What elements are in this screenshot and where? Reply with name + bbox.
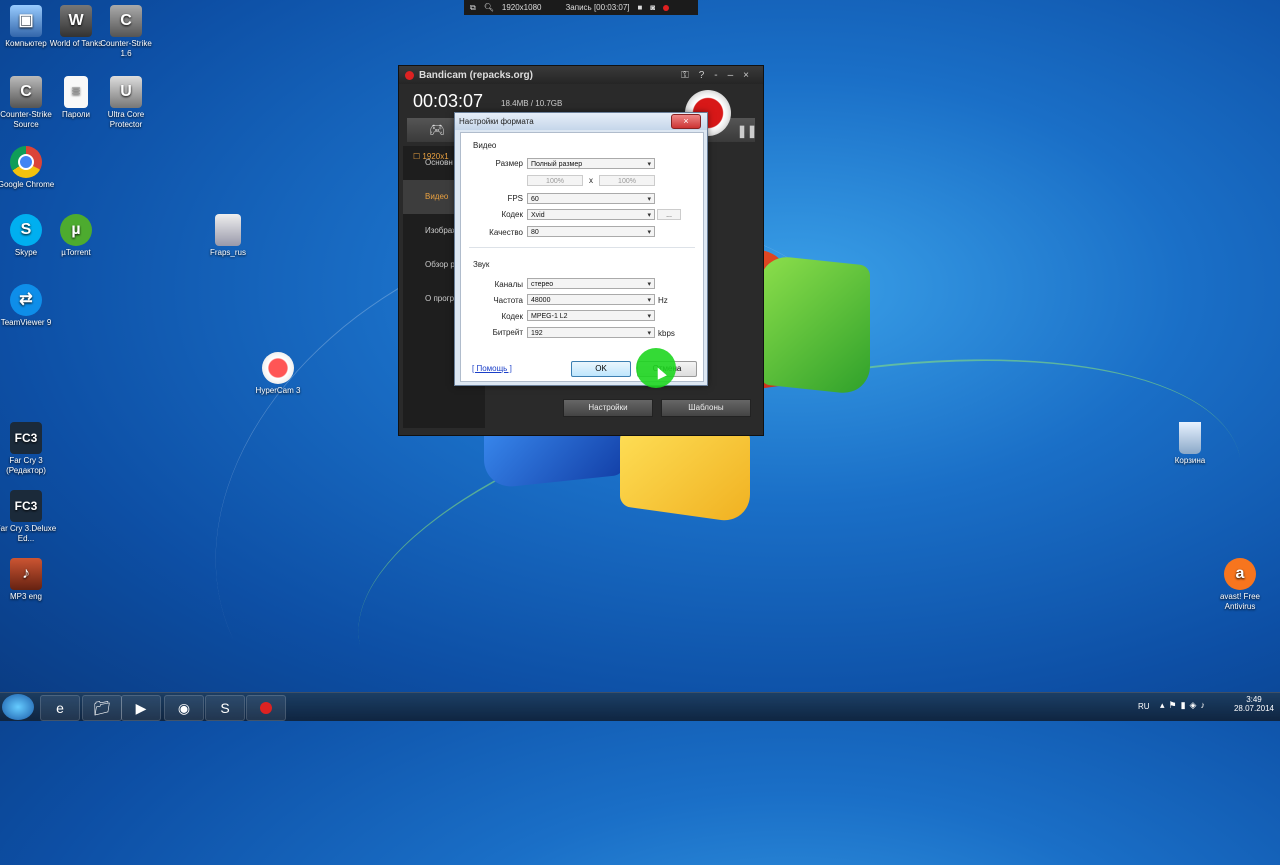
codec-options-button[interactable]: ... bbox=[657, 209, 681, 220]
channels-select[interactable]: стерео bbox=[527, 278, 655, 290]
pause-icon[interactable]: ❚❚ bbox=[737, 124, 757, 138]
taskbar-bandicam-icon[interactable] bbox=[246, 695, 286, 721]
video-section-label: Видео bbox=[473, 141, 497, 150]
ok-button[interactable]: OK bbox=[571, 361, 631, 377]
recycle-bin-icon bbox=[1179, 422, 1201, 454]
templates-button[interactable]: Шаблоны bbox=[661, 399, 751, 417]
close-button[interactable]: × bbox=[743, 70, 749, 81]
target-resolution[interactable]: ☐ 1920x1 bbox=[413, 152, 449, 161]
bandicam-titlebar: Bandicam (repacks.org) ⚿ ? - – × bbox=[399, 66, 763, 84]
settings-button[interactable]: Настройки bbox=[563, 399, 653, 417]
height-percent-field[interactable]: 100% bbox=[599, 175, 655, 186]
audio-section-label: Звук bbox=[473, 260, 490, 269]
tray-icons[interactable]: ▴⚑▮◈♪ bbox=[1160, 700, 1209, 711]
desktop-icon-teamviewer[interactable]: ⇄ TeamViewer 9 bbox=[0, 284, 58, 328]
mp3-file-icon: ♪ bbox=[10, 558, 42, 590]
desktop-icon-chrome[interactable]: Google Chrome bbox=[0, 146, 58, 190]
size-select[interactable]: Полный размер bbox=[527, 158, 655, 170]
gamepad-icon[interactable]: 🎮︎ bbox=[429, 122, 446, 138]
farcry3-icon: FC3 bbox=[10, 422, 42, 454]
avast-icon: a bbox=[1224, 558, 1256, 590]
elephant-icon: U bbox=[110, 76, 142, 108]
chrome-icon bbox=[10, 146, 42, 178]
desktop-icon-fc3-deluxe[interactable]: FC3 Far Cry 3.Deluxe Ed... bbox=[0, 490, 58, 544]
taskbar-media-player-icon[interactable]: ▶ bbox=[121, 695, 161, 721]
recording-timer: 00:03:07 bbox=[413, 91, 484, 111]
quality-select[interactable]: 80 bbox=[527, 226, 655, 238]
desktop-icon-fraps[interactable]: Fraps_rus bbox=[196, 214, 260, 258]
video-codec-label: Кодек bbox=[501, 210, 523, 219]
desktop-icon-ultra[interactable]: U Ultra Core Protector bbox=[94, 76, 158, 130]
dialog-close-button[interactable]: × bbox=[671, 114, 701, 129]
minimize-button[interactable]: – bbox=[728, 70, 734, 81]
help-link[interactable]: [ Помощь ] bbox=[472, 364, 512, 373]
start-button[interactable] bbox=[2, 694, 34, 720]
taskbar-ie-icon[interactable]: e bbox=[40, 695, 80, 721]
stop-icon[interactable]: ■ bbox=[638, 3, 643, 12]
section-divider bbox=[469, 247, 695, 248]
quality-label: Качество bbox=[489, 228, 523, 237]
size-separator: x bbox=[589, 176, 593, 185]
hypercam-icon bbox=[262, 352, 294, 384]
size-label: Размер bbox=[495, 159, 524, 168]
dialog-title: Настройки формата bbox=[455, 113, 707, 130]
desktop-icon-hypercam[interactable]: HyperCam 3 bbox=[246, 352, 310, 396]
farcry3-icon: FC3 bbox=[10, 490, 42, 522]
format-settings-dialog: Настройки формата × Видео Размер Полный … bbox=[454, 112, 708, 386]
desktop-icon-mp3[interactable]: ♪ MP3 eng bbox=[0, 558, 58, 602]
desktop-icon-recycle-bin[interactable]: Корзина bbox=[1158, 422, 1222, 466]
audio-codec-select[interactable]: MPEG-1 L2 bbox=[527, 310, 655, 322]
recording-toolbar[interactable]: ⧉ 🔍︎ 1920x1080 Запись [00:03:07] ■ ◙ bbox=[464, 0, 698, 15]
recording-status: Запись [00:03:07] bbox=[565, 3, 630, 12]
bandicam-title: Bandicam (repacks.org) bbox=[419, 69, 533, 81]
bitrate-label: Битрейт bbox=[492, 328, 523, 337]
video-codec-select[interactable]: Xvid bbox=[527, 209, 655, 221]
frequency-unit: Hz bbox=[658, 296, 668, 305]
channels-label: Каналы bbox=[494, 280, 523, 289]
language-indicator[interactable]: RU bbox=[1138, 702, 1150, 711]
desktop-icon-avast[interactable]: a avast! Free Antivirus bbox=[1208, 558, 1272, 612]
clock[interactable]: 3:49 28.07.2014 bbox=[1234, 695, 1274, 713]
bitrate-select[interactable]: 192 bbox=[527, 327, 655, 339]
counter-strike-icon: C bbox=[110, 5, 142, 37]
desktop-icon-cs16[interactable]: C Counter-Strike 1.6 bbox=[94, 5, 158, 59]
taskbar: e 📁︎ ▶ ◉ S RU ▴⚑▮◈♪ 3:49 28.07.2014 bbox=[0, 692, 1280, 721]
windows-logo-green bbox=[760, 254, 870, 396]
record-icon[interactable] bbox=[663, 4, 670, 11]
file-size: 18.4MB / 10.7GB bbox=[501, 99, 563, 108]
camera-icon[interactable]: ◙ bbox=[650, 3, 655, 12]
fps-select[interactable]: 60 bbox=[527, 193, 655, 205]
bandicam-logo-icon bbox=[405, 70, 414, 80]
recording-resolution: 1920x1080 bbox=[501, 3, 542, 12]
audio-codec-label: Кодек bbox=[501, 312, 523, 321]
desktop-icon-utorrent[interactable]: µ µTorrent bbox=[44, 214, 108, 258]
bitrate-unit: kbps bbox=[658, 329, 675, 338]
taskbar-explorer-icon[interactable]: 📁︎ bbox=[82, 695, 122, 721]
taskbar-chrome-icon[interactable]: ◉ bbox=[164, 695, 204, 721]
desktop-icon-fc3-editor[interactable]: FC3 Far Cry 3 (Редактор) bbox=[0, 422, 58, 476]
teamviewer-icon: ⇄ bbox=[10, 284, 42, 316]
search-icon[interactable]: 🔍︎ bbox=[484, 3, 494, 12]
help-button[interactable]: ? bbox=[699, 70, 705, 81]
minimize-tray-button[interactable]: - bbox=[714, 70, 717, 81]
window-icon[interactable]: ⧉ bbox=[470, 3, 476, 13]
key-icon[interactable]: ⚿ bbox=[681, 70, 689, 81]
world-of-tanks-icon: W bbox=[60, 5, 92, 37]
utorrent-icon: µ bbox=[60, 214, 92, 246]
frequency-select[interactable]: 48000 bbox=[527, 294, 655, 306]
width-percent-field[interactable]: 100% bbox=[527, 175, 583, 186]
skype-icon: S bbox=[10, 214, 42, 246]
taskbar-skype-icon[interactable]: S bbox=[205, 695, 245, 721]
computer-icon: ▣ bbox=[10, 5, 42, 37]
dialog-body: Видео Размер Полный размер 100% x 100% F… bbox=[460, 132, 704, 382]
fraps-icon bbox=[215, 214, 241, 246]
fps-label: FPS bbox=[507, 194, 523, 203]
counter-strike-source-icon: C bbox=[10, 76, 42, 108]
text-file-icon: ≡ bbox=[64, 76, 88, 108]
frequency-label: Частота bbox=[493, 296, 523, 305]
